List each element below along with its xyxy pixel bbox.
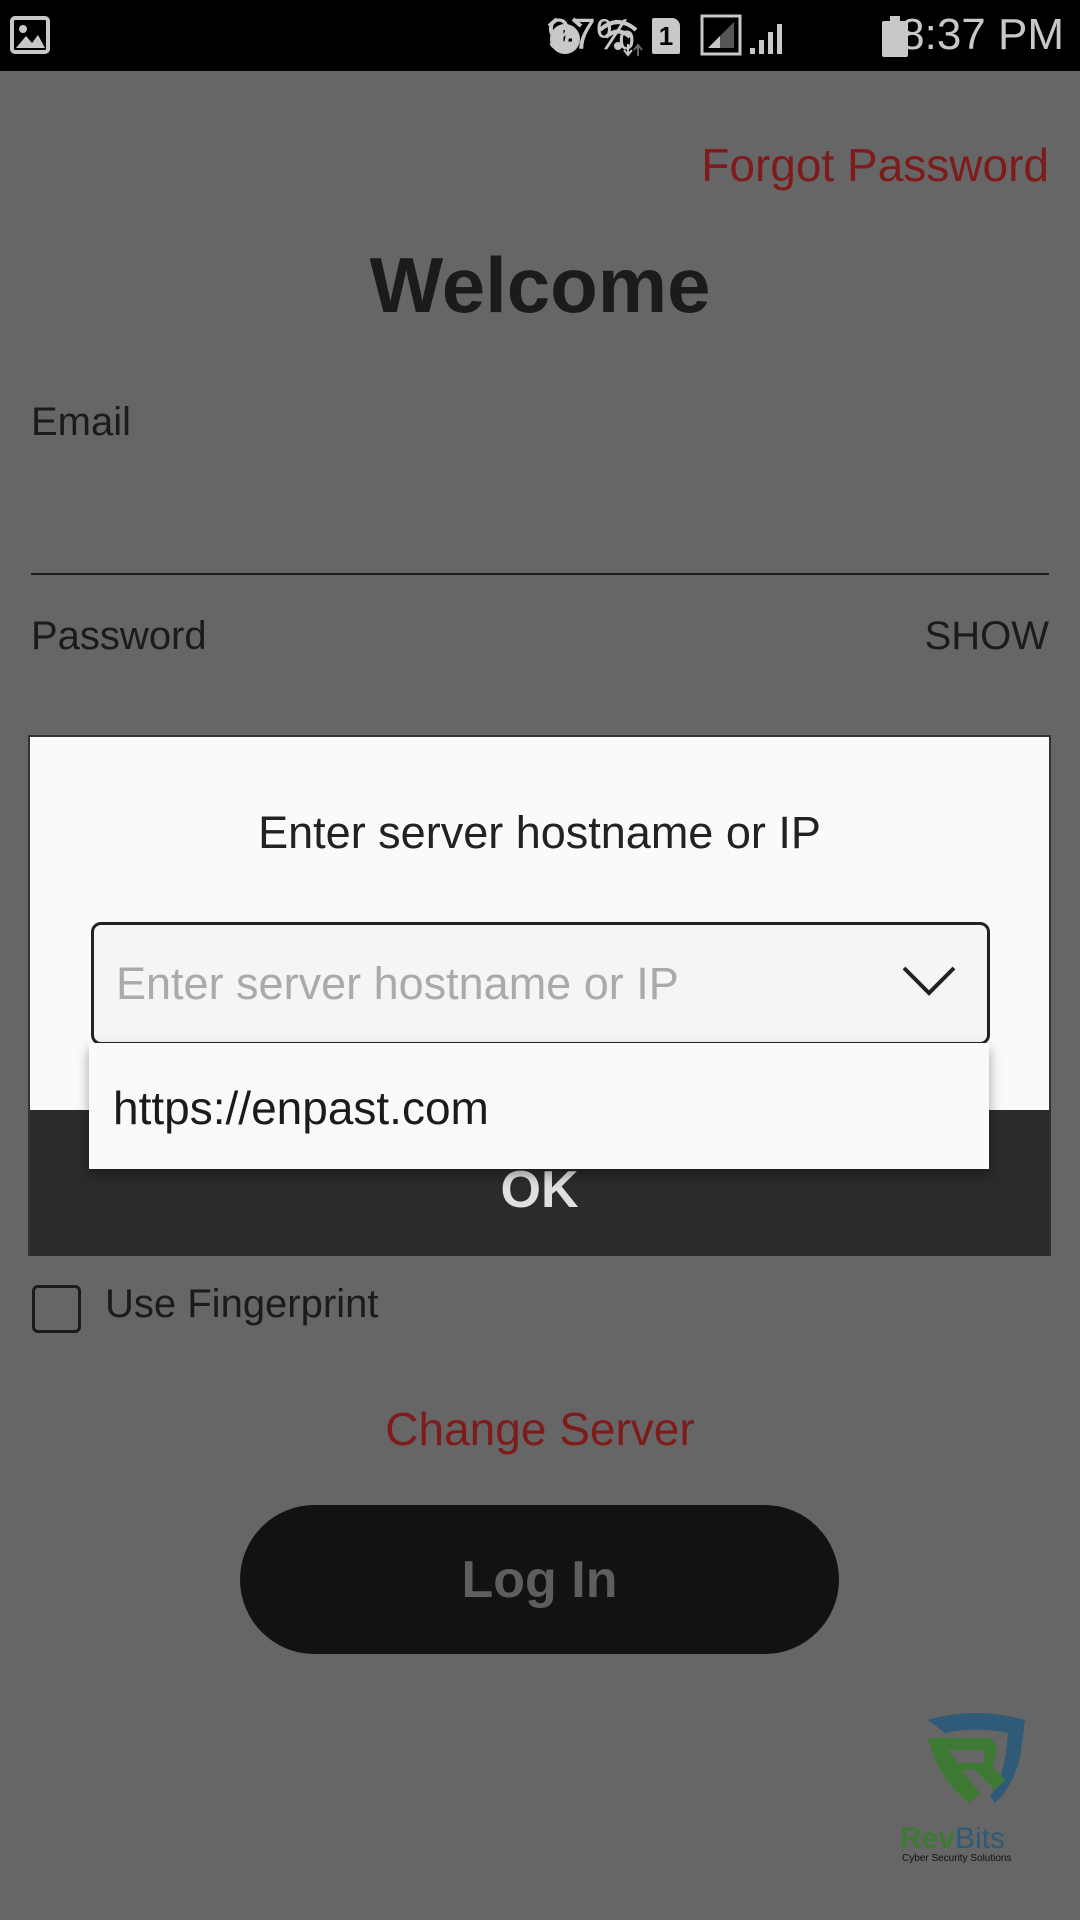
fingerprint-label[interactable]: Use Fingerprint	[105, 1282, 378, 1327]
dialog-title: Enter server hostname or IP	[258, 807, 821, 858]
fingerprint-checkbox[interactable]	[32, 1285, 81, 1333]
suggestion-option[interactable]: https://enpast.com	[113, 1081, 489, 1135]
page-title: Welcome	[369, 241, 711, 329]
email-label: Email	[31, 400, 132, 444]
forgot-password-link[interactable]: Forgot Password	[701, 138, 1049, 192]
signal-icon	[700, 14, 742, 56]
revbits-logo: RevBits Cyber Security Solutions	[900, 1713, 1025, 1863]
server-input[interactable]	[116, 925, 896, 1042]
change-server-link[interactable]: Change Server	[0, 1402, 1080, 1456]
password-label: Password	[31, 614, 207, 658]
login-button[interactable]: Log In	[240, 1505, 839, 1654]
signal-icon	[750, 24, 782, 54]
server-dialog: Enter server hostname or IP OK	[28, 735, 1051, 1256]
ok-label: OK	[500, 1161, 579, 1219]
image-icon	[10, 16, 50, 54]
clock: 8:37 PM	[900, 10, 1064, 59]
svg-text:Cyber Security Solutions: Cyber Security Solutions	[902, 1853, 1012, 1863]
suggestion-dropdown: https://enpast.com	[89, 1043, 989, 1169]
status-bar: 1 97% 8:37 PM	[0, 0, 1080, 71]
svg-text:RevBits: RevBits	[900, 1822, 1005, 1855]
sim-icon: 1	[652, 18, 680, 54]
show-password-button[interactable]: SHOW	[925, 614, 1049, 659]
email-field[interactable]	[31, 573, 1049, 575]
chevron-down-icon[interactable]	[901, 963, 957, 999]
server-combobox[interactable]	[91, 922, 990, 1045]
battery-percent: 97%	[546, 10, 635, 59]
